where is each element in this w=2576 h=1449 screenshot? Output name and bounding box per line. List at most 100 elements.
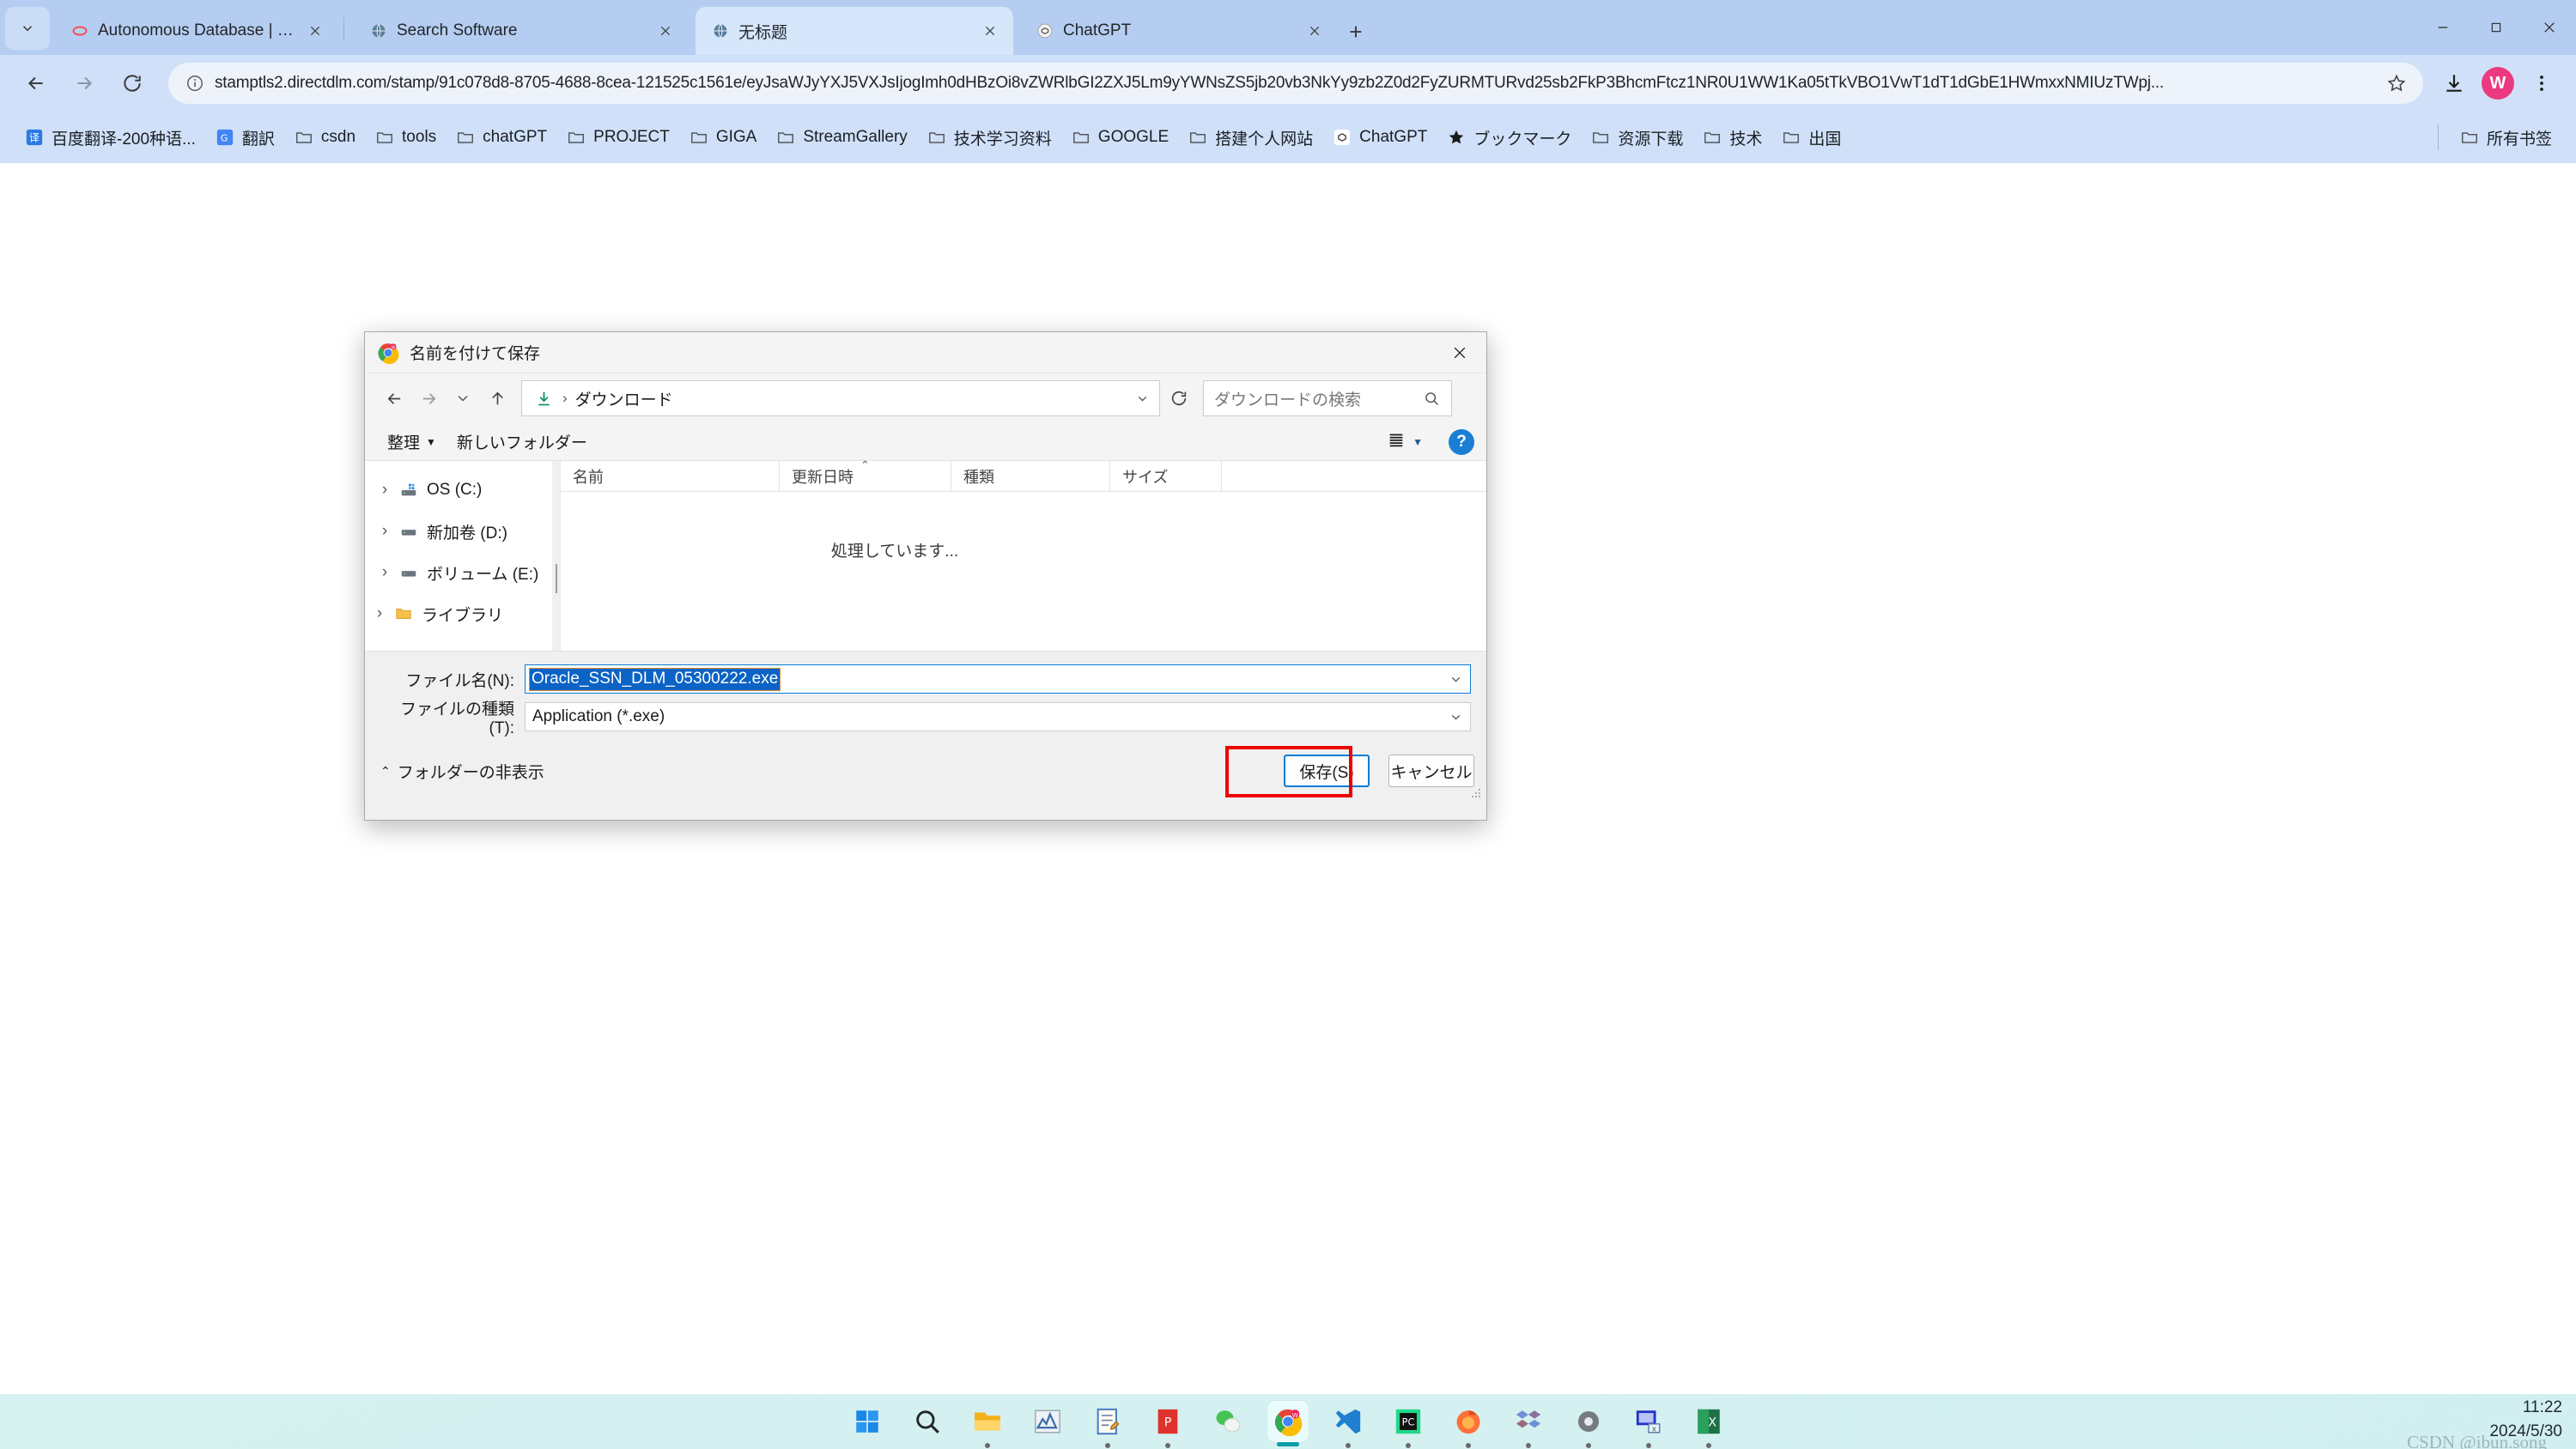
chevron-right-icon[interactable]: › <box>374 563 396 582</box>
pane-splitter[interactable] <box>552 461 560 651</box>
dialog-up-button[interactable] <box>480 381 514 415</box>
all-bookmarks-button[interactable]: 所有书签 <box>2451 121 2561 155</box>
tab-close-button[interactable] <box>977 18 1003 44</box>
hide-folders-button[interactable]: ⌃ フォルダーの非表示 <box>380 760 544 783</box>
resize-grip-icon[interactable] <box>1471 785 1483 797</box>
star-icon <box>1446 127 1467 148</box>
tab-search-button[interactable] <box>5 7 50 50</box>
browser-tab-2[interactable]: 无标题 <box>696 7 1013 55</box>
column-header-size[interactable]: サイズ <box>1110 461 1222 491</box>
chrome-menu-button[interactable] <box>2519 61 2564 106</box>
nav-item-label: ボリューム (E:) <box>427 565 539 584</box>
nav-item-volume-e[interactable]: › ボリューム (E:) <box>365 552 560 593</box>
taskbar-dropbox[interactable] <box>1508 1401 1549 1442</box>
help-button[interactable]: ? <box>1449 428 1474 455</box>
taskbar-notepad[interactable] <box>1087 1401 1128 1442</box>
taskbar-charts-app[interactable] <box>1027 1401 1068 1442</box>
bookmark-item-6[interactable]: GIGA <box>680 122 766 153</box>
column-header-date[interactable]: ⌃ 更新日時 <box>780 458 951 491</box>
taskbar-pycharm[interactable]: PC <box>1388 1401 1429 1442</box>
taskbar-firefox[interactable] <box>1448 1401 1489 1442</box>
filetype-dropdown-button[interactable] <box>1443 710 1468 724</box>
close-icon <box>310 26 320 36</box>
browser-tab-3[interactable]: ChatGPT <box>1020 7 1338 55</box>
dialog-back-button[interactable] <box>377 381 411 415</box>
profile-avatar[interactable]: W <box>2482 67 2514 100</box>
taskbar-file-explorer[interactable] <box>967 1401 1008 1442</box>
bookmark-item-10[interactable]: 搭建个人网站 <box>1179 121 1321 155</box>
bookmark-label: 翻訳 <box>241 130 275 149</box>
bookmark-item-11[interactable]: ChatGPT <box>1323 122 1436 153</box>
dialog-refresh-button[interactable] <box>1160 380 1198 416</box>
tab-title: 无标题 <box>738 23 788 42</box>
bookmark-item-0[interactable]: 译 百度翻译-200种语... <box>15 121 204 155</box>
filename-dropdown-button[interactable] <box>1443 672 1468 687</box>
search-input[interactable]: ダウンロードの検索 <box>1203 380 1452 416</box>
tab-close-button[interactable] <box>302 18 328 44</box>
dialog-recent-locations-button[interactable] <box>446 381 480 415</box>
bookmark-item-13[interactable]: 资源下载 <box>1582 121 1692 155</box>
bookmark-item-14[interactable]: 技术 <box>1693 121 1771 155</box>
chevron-right-icon[interactable]: › <box>374 481 396 500</box>
chatgpt-icon <box>1332 127 1352 148</box>
chevron-right-icon[interactable]: › <box>368 604 391 623</box>
bookmark-item-2[interactable]: csdn <box>285 122 364 153</box>
chevron-right-icon[interactable]: › <box>374 522 396 541</box>
bookmark-item-3[interactable]: tools <box>366 122 445 153</box>
forward-button[interactable] <box>60 59 108 107</box>
filename-input[interactable]: Oracle_SSN_DLM_05300222.exe <box>525 664 1471 694</box>
bookmark-item-7[interactable]: StreamGallery <box>767 122 915 153</box>
taskbar-wechat[interactable] <box>1207 1401 1249 1442</box>
save-button[interactable]: 保存(S) <box>1284 755 1370 787</box>
watermark: CSDN @ibun.song <box>2407 1432 2547 1449</box>
nav-item-volume-d[interactable]: › 新加卷 (D:) <box>365 511 560 552</box>
cancel-button[interactable]: キャンセル <box>1388 755 1474 787</box>
bookmark-item-8[interactable]: 技术学习资料 <box>918 121 1060 155</box>
file-list-header: 名前 ⌃ 更新日時 種類 サイズ <box>561 458 1486 492</box>
nav-item-label: 新加卷 (D:) <box>427 524 507 543</box>
browser-tab-1[interactable]: Search Software <box>354 7 689 55</box>
info-circle-icon[interactable] <box>182 70 208 96</box>
breadcrumb[interactable]: › ダウンロード <box>521 380 1160 416</box>
window-close-button[interactable] <box>2523 0 2576 55</box>
downloads-button[interactable] <box>2432 61 2476 106</box>
taskbar-chrome[interactable]: W <box>1267 1401 1309 1442</box>
taskbar-remote-desktop[interactable]: x <box>1628 1401 1669 1442</box>
browser-tab-0[interactable]: Autonomous Database | Oracle <box>55 7 338 55</box>
taskbar-settings[interactable] <box>1568 1401 1609 1442</box>
bookmark-item-5[interactable]: PROJECT <box>557 122 678 153</box>
back-button[interactable] <box>12 59 60 107</box>
window-minimize-button[interactable] <box>2416 0 2470 55</box>
dialog-forward-button[interactable] <box>411 381 446 415</box>
bookmark-item-15[interactable]: 出国 <box>1772 121 1850 155</box>
reload-button[interactable] <box>108 59 156 107</box>
taskbar-excel[interactable]: X <box>1688 1401 1729 1442</box>
start-button[interactable] <box>847 1401 888 1442</box>
folder-icon <box>374 127 395 148</box>
bookmark-item-1[interactable]: G 翻訳 <box>206 121 283 155</box>
bookmark-label: GIGA <box>715 128 757 146</box>
column-header-type[interactable]: 種類 <box>951 461 1110 491</box>
tab-close-button[interactable] <box>1302 18 1327 44</box>
view-mode-button[interactable]: ▼ <box>1380 427 1430 458</box>
nav-item-os-c[interactable]: › OS (C:) <box>365 470 560 511</box>
taskbar-pdf-reader[interactable]: P <box>1147 1401 1188 1442</box>
window-maximize-button[interactable] <box>2470 0 2523 55</box>
nav-item-libraries[interactable]: › ライブラリ <box>365 593 560 634</box>
bookmark-item-9[interactable]: GOOGLE <box>1062 122 1177 153</box>
bookmark-item-12[interactable]: ブックマーク <box>1437 121 1580 155</box>
bookmark-item-4[interactable]: chatGPT <box>447 122 556 153</box>
filetype-select[interactable]: Application (*.exe) <box>525 702 1471 731</box>
svg-text:x: x <box>1652 1425 1656 1434</box>
taskbar-search-button[interactable] <box>907 1401 948 1442</box>
organize-button[interactable]: 整理 ▼ <box>377 427 447 457</box>
address-bar[interactable]: stamptls2.directdlm.com/stamp/91c078d8-8… <box>168 63 2423 104</box>
column-header-name[interactable]: 名前 <box>561 461 780 491</box>
new-tab-button[interactable] <box>1340 15 1372 48</box>
taskbar-vscode[interactable] <box>1327 1401 1369 1442</box>
dialog-close-button[interactable] <box>1438 333 1481 373</box>
tab-close-button[interactable] <box>653 18 678 44</box>
new-folder-button[interactable]: 新しいフォルダー <box>447 427 598 457</box>
breadcrumb-dropdown-button[interactable] <box>1130 391 1154 406</box>
bookmark-star-icon[interactable] <box>2382 73 2411 94</box>
